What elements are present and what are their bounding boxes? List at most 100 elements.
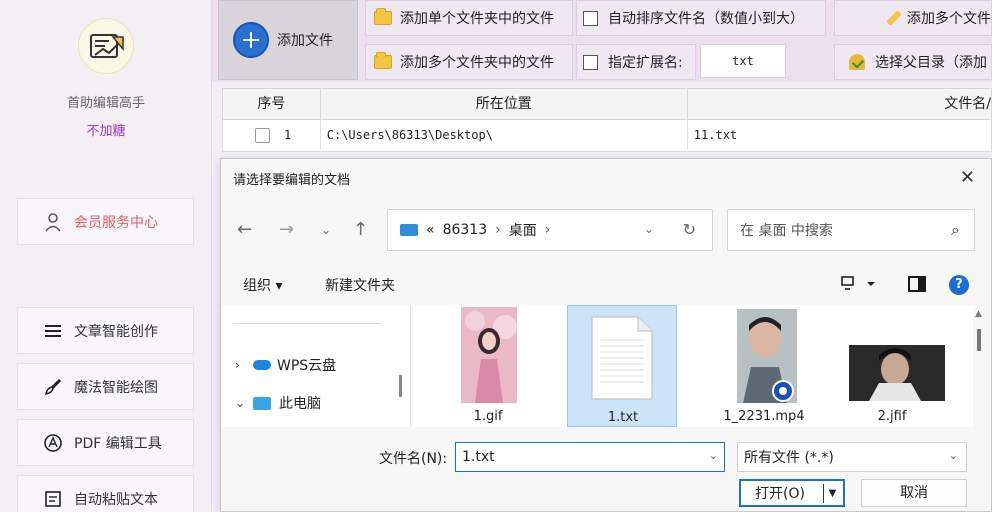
- nav-item-wps-cloud[interactable]: › WPS云盘: [235, 355, 336, 375]
- preview-pane-icon[interactable]: [908, 276, 926, 292]
- chevron-right-icon[interactable]: ›: [545, 222, 551, 238]
- chevron-down-icon[interactable]: ⌄: [709, 449, 718, 462]
- app-name: 首助编辑高手: [66, 96, 145, 111]
- folder-icon: [374, 8, 392, 25]
- sidebar-item-paste[interactable]: 自动粘贴文本: [17, 475, 194, 512]
- file-item[interactable]: 1_2231.mp4: [709, 305, 819, 427]
- filetype-select[interactable]: 所有文件 (*.*) ⌄: [737, 442, 967, 472]
- specify-ext-checkbox[interactable]: [583, 54, 598, 70]
- text-file-icon: [591, 316, 653, 400]
- cancel-button[interactable]: 取消: [861, 479, 967, 507]
- paste-icon: [42, 488, 64, 510]
- add-multi-files-button[interactable]: 添加多个文件: [834, 0, 992, 36]
- sidebar-item-drawing[interactable]: 魔法智能绘图: [17, 363, 194, 410]
- file-name: 1_2231.mp4: [723, 409, 805, 424]
- select-parent-button[interactable]: 选择父目录（添加: [834, 44, 992, 80]
- up-arrow-icon[interactable]: ↑: [353, 219, 368, 240]
- file-item-selected[interactable]: 1.txt: [567, 305, 677, 427]
- breadcrumb-overflow[interactable]: «: [426, 222, 435, 238]
- refresh-icon[interactable]: ↻: [683, 220, 696, 239]
- open-file-dialog: 请选择要编辑的文档 ✕ ← → ⌄ ↑ « 86313 › 桌面 › ⌄ ↻ 在…: [220, 158, 992, 512]
- help-icon[interactable]: ?: [949, 275, 969, 295]
- file-item[interactable]: 2.jfif: [837, 305, 947, 427]
- close-icon[interactable]: ✕: [960, 167, 975, 188]
- folder-icon: [374, 52, 392, 69]
- address-bar[interactable]: « 86313 › 桌面 › ⌄ ↻: [387, 209, 713, 251]
- extension-input[interactable]: txt: [700, 44, 786, 78]
- chevron-right-icon[interactable]: ›: [235, 358, 253, 372]
- new-folder-button[interactable]: 新建文件夹: [325, 275, 395, 295]
- chevron-down-icon[interactable]: ⌄: [949, 449, 958, 462]
- chevron-down-icon[interactable]: ⌄: [644, 222, 654, 236]
- app-logo-icon: [78, 18, 134, 74]
- computer-icon: [253, 396, 271, 410]
- add-multi-folder-button[interactable]: 添加多个文件夹中的文件: [365, 44, 573, 80]
- scrollbar-thumb[interactable]: [399, 375, 402, 397]
- auto-sort-checkbox-row[interactable]: 自动排序文件名（数值小到大）: [576, 0, 826, 36]
- caret-down-icon[interactable]: ▼: [823, 484, 841, 503]
- forward-arrow-icon[interactable]: →: [279, 219, 294, 240]
- file-item[interactable]: 1.gif: [433, 305, 543, 427]
- pdf-icon: [42, 432, 64, 454]
- view-mode-icon[interactable]: [841, 275, 875, 297]
- video-thumbnail-icon: [737, 309, 797, 403]
- chevron-down-icon[interactable]: ⌄: [235, 396, 253, 410]
- add-multi-folder-label: 添加多个文件夹中的文件: [400, 55, 554, 71]
- add-multi-files-label: 添加多个文件: [907, 11, 991, 27]
- member-center-button[interactable]: 会员服务中心: [17, 198, 194, 245]
- add-file-button[interactable]: 添加文件: [218, 0, 358, 80]
- sidebar-item-label: 魔法智能绘图: [74, 379, 158, 396]
- breadcrumb-item[interactable]: 86313: [443, 222, 488, 238]
- breadcrumb-item[interactable]: 桌面: [509, 220, 537, 240]
- divider: [233, 323, 381, 324]
- sidebar-item-label: PDF 编辑工具: [74, 435, 162, 452]
- row-checkbox[interactable]: [255, 128, 270, 143]
- scroll-up-arrow-icon[interactable]: ▲: [975, 309, 982, 319]
- shield-check-icon: [849, 54, 865, 70]
- image-thumbnail-icon: [461, 307, 517, 403]
- auto-sort-label: 自动排序文件名（数值小到大）: [608, 11, 804, 27]
- nav-item-this-pc[interactable]: ⌄ 此电脑: [235, 393, 321, 413]
- nav-item-label: 此电脑: [279, 396, 321, 412]
- brush-icon: [42, 376, 64, 398]
- open-label: 打开(O): [755, 486, 805, 502]
- row-filename: 11.txt: [693, 128, 738, 142]
- sidebar-item-pdf[interactable]: PDF 编辑工具: [17, 419, 194, 466]
- image-thumbnail-icon: [849, 345, 945, 401]
- pencil-icon: [886, 10, 902, 26]
- add-file-label: 添加文件: [277, 33, 333, 49]
- column-header-index[interactable]: 序号: [223, 89, 321, 119]
- table-row[interactable]: 1 C:\Users\86313\Desktop\ 11.txt: [222, 120, 992, 152]
- organize-menu[interactable]: 组织 ▾: [243, 275, 282, 295]
- filename-value: 1.txt: [462, 449, 495, 465]
- recent-dropdown-icon[interactable]: ⌄: [321, 223, 331, 237]
- scrollbar-thumb[interactable]: [977, 329, 981, 351]
- filename-input[interactable]: 1.txt ⌄: [455, 442, 725, 472]
- file-name: 2.jfif: [877, 409, 907, 424]
- search-input[interactable]: 在 桌面 中搜索 ⌕: [727, 209, 975, 251]
- search-icon[interactable]: ⌕: [951, 220, 960, 240]
- file-list: 1.gif 1.txt 1_2231.mp4 2.jfif: [413, 305, 973, 427]
- specify-ext-checkbox-row[interactable]: 指定扩展名:: [576, 44, 696, 80]
- add-single-folder-button[interactable]: 添加单个文件夹中的文件: [365, 0, 573, 36]
- toolbar: 添加文件 添加单个文件夹中的文件 添加多个文件夹中的文件 自动排序文件名（数值小…: [212, 0, 992, 82]
- plus-icon: [233, 22, 269, 58]
- app-subtitle: 不加糖: [86, 124, 126, 139]
- filetype-value: 所有文件 (*.*): [744, 450, 834, 466]
- sidebar-item-label: 文章智能创作: [74, 323, 158, 340]
- add-single-folder-label: 添加单个文件夹中的文件: [400, 11, 554, 27]
- file-name: 1.txt: [607, 410, 639, 425]
- sidebar-item-article[interactable]: 文章智能创作: [17, 307, 194, 354]
- row-index-cell: 1: [223, 120, 321, 150]
- column-header-location[interactable]: 所在位置: [321, 89, 688, 119]
- sidebar: 首助编辑高手 不加糖 会员服务中心 文章智能创作 魔法智能绘图 PDF 编辑工具…: [0, 0, 212, 512]
- row-location: C:\Users\86313\Desktop\: [321, 120, 688, 150]
- column-header-filename[interactable]: 文件名/: [688, 89, 991, 119]
- menu-lines-icon: [42, 320, 64, 342]
- cloud-icon: [253, 360, 271, 370]
- table-header: 序号 所在位置 文件名/: [222, 88, 992, 120]
- back-arrow-icon[interactable]: ←: [237, 219, 252, 240]
- chevron-right-icon: ›: [495, 222, 501, 238]
- open-button[interactable]: 打开(O) ▼: [739, 479, 845, 507]
- auto-sort-checkbox[interactable]: [583, 10, 598, 26]
